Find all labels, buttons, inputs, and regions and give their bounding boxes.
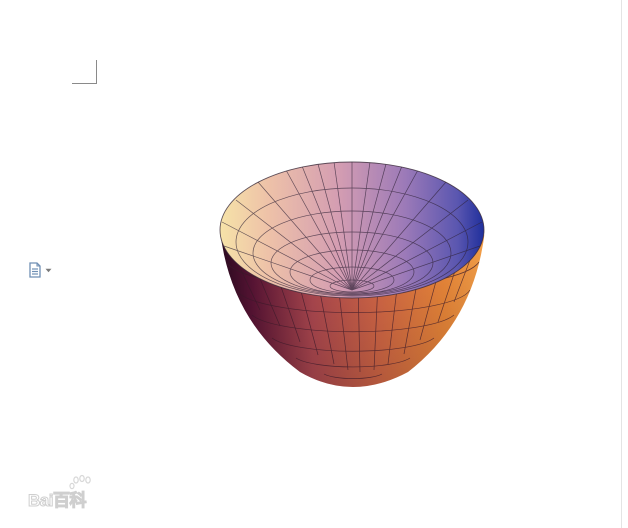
caret-down-icon [45,268,52,272]
baidu-baike-watermark: Bai百科 [28,491,87,511]
paste-options-button[interactable] [28,261,58,279]
clipboard-icon [29,262,41,278]
paraboloid-figure[interactable] [200,150,510,410]
page-edge [621,0,622,528]
page-margin-corner-mark [72,60,97,84]
document-page: Bai百科 [0,0,628,528]
